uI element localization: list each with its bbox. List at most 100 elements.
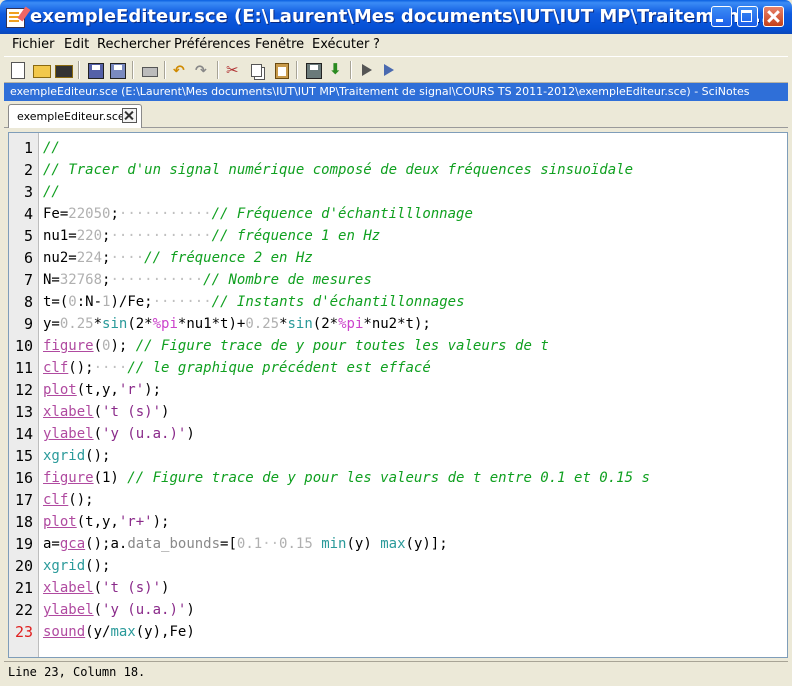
code-token: // Figure trace de y pour les valeurs de… xyxy=(118,470,650,486)
code-line[interactable]: 4 Fe=22050;···········// Fréquence d'écha… xyxy=(9,203,787,225)
scinotes-app-icon xyxy=(6,8,25,28)
code-token: 0 xyxy=(68,294,77,310)
code-token: ···· xyxy=(93,360,128,376)
code-line[interactable]: 5 nu1=220;············// fréquence 1 en H… xyxy=(9,225,787,247)
line-number: 6 xyxy=(23,249,33,267)
undo-icon[interactable]: ↶ xyxy=(171,61,189,79)
menu-help[interactable]: ? xyxy=(373,37,380,52)
code-token: (2* xyxy=(312,316,339,332)
run-icon[interactable] xyxy=(358,61,376,79)
code-text: xgrid(); xyxy=(43,555,110,577)
line-number: 9 xyxy=(23,315,33,333)
line-number: 8 xyxy=(23,293,33,311)
code-line[interactable]: 11 clf();····// le graphique précédent es… xyxy=(9,357,787,379)
menu-fenetre[interactable]: Fenêtre xyxy=(255,37,304,52)
code-line[interactable]: 22 ylabel('y (u.a.)') xyxy=(9,599,787,621)
cut-icon[interactable]: ✂ xyxy=(224,61,242,79)
title-bar[interactable]: exempleEditeur.sce (E:\Laurent\Mes docum… xyxy=(0,0,792,34)
copy-icon[interactable] xyxy=(248,61,266,79)
line-number: 4 xyxy=(23,205,33,223)
code-token: ();a. xyxy=(85,536,128,552)
code-text: y=0.25*sin(2*%pi*nu1*t)+0.25*sin(2*%pi*n… xyxy=(43,313,431,335)
code-line[interactable]: 12 plot(t,y,'r'); xyxy=(9,379,787,401)
menu-preferences[interactable]: Préférences xyxy=(174,37,250,52)
print-icon[interactable] xyxy=(140,61,158,79)
new-file-icon[interactable] xyxy=(10,61,28,79)
open-folder-icon[interactable] xyxy=(32,61,51,79)
code-line[interactable]: 21 xlabel('t (s)') xyxy=(9,577,787,599)
line-number: 7 xyxy=(23,271,33,289)
code-line[interactable]: 8 t=(0:N-1)/Fe;·······// Instants d'échan… xyxy=(9,291,787,313)
menu-executer[interactable]: Exécuter xyxy=(312,37,369,52)
code-token: max xyxy=(110,624,136,640)
code-line[interactable]: 6 nu2=224;····// fréquence 2 en Hz xyxy=(9,247,787,269)
minimize-button[interactable] xyxy=(711,6,732,27)
code-token: nu1= xyxy=(43,228,77,244)
code-line[interactable]: 16 figure(1) // Figure trace de y pour le… xyxy=(9,467,787,489)
code-token: ············ xyxy=(110,228,212,244)
save-as-icon[interactable] xyxy=(108,61,126,79)
redo-icon[interactable]: ↷ xyxy=(193,61,211,79)
code-token: // Figure trace de y pour toutes les val… xyxy=(127,338,549,354)
code-editor[interactable]: 1 // 2 // Tracer d'un signal numérique comp… xyxy=(8,132,788,658)
code-line[interactable]: 13 xlabel('t (s)') xyxy=(9,401,787,423)
menu-rechercher[interactable]: Rechercher xyxy=(97,37,171,52)
code-text: ylabel('y (u.a.)') xyxy=(43,599,195,621)
code-token: clf xyxy=(43,492,69,508)
paste-icon[interactable] xyxy=(272,61,290,79)
code-token: (); xyxy=(68,492,94,508)
menu-fichier[interactable]: Fichier xyxy=(12,37,55,52)
line-number: 2 xyxy=(23,161,33,179)
code-text: nu1=220;············// fréquence 1 en Hz xyxy=(43,225,380,247)
code-line[interactable]: 2 // Tracer d'un signal numérique composé… xyxy=(9,159,787,181)
tab-close-icon[interactable] xyxy=(122,108,137,123)
code-token: ( xyxy=(93,426,103,442)
code-line[interactable]: 7 N=32768;···········// Nombre de mesures xyxy=(9,269,787,291)
code-token: (y)]; xyxy=(405,536,448,552)
code-text: // xyxy=(43,137,60,159)
code-line[interactable]: 19 a=gca();a.data_bounds=[0.1··0.15 min(y… xyxy=(9,533,787,555)
code-token: plot xyxy=(43,514,77,530)
open-file-icon[interactable] xyxy=(54,61,73,79)
code-line[interactable]: 15 xgrid(); xyxy=(9,445,787,467)
code-text: clf();····// le graphique précédent est … xyxy=(43,357,431,379)
code-token: xgrid xyxy=(43,448,86,464)
code-token: (y) xyxy=(346,536,381,552)
code-token: sound xyxy=(43,624,86,640)
code-line[interactable]: 23 sound(y/max(y),Fe) xyxy=(9,621,787,643)
toolbar: ↶ ↷ ✂ ⬇ xyxy=(4,56,788,83)
code-line[interactable]: 18 plot(t,y,'r+'); xyxy=(9,511,787,533)
close-button[interactable] xyxy=(763,6,784,27)
save-icon[interactable] xyxy=(86,61,104,79)
code-token: // fréquence 2 en Hz xyxy=(144,250,313,266)
tab-strip: exempleEditeur.sce xyxy=(4,101,788,128)
toolbar-separator xyxy=(350,61,352,79)
code-token: :N- xyxy=(76,294,103,310)
code-token: sin xyxy=(287,316,313,332)
run-step-icon[interactable] xyxy=(380,61,398,79)
code-token: clf xyxy=(43,360,69,376)
code-line[interactable]: 1 // xyxy=(9,137,787,159)
comment-icon[interactable] xyxy=(304,61,322,79)
code-line[interactable]: 10 figure(0); // Figure trace de y pour t… xyxy=(9,335,787,357)
menu-edit[interactable]: Edit xyxy=(64,37,89,52)
tab-exempleediteur[interactable]: exempleEditeur.sce xyxy=(8,104,142,128)
code-token: ·· xyxy=(262,536,280,552)
code-line[interactable]: 3 // xyxy=(9,181,787,203)
code-line[interactable]: 9 y=0.25*sin(2*%pi*nu1*t)+0.25*sin(2*%pi*… xyxy=(9,313,787,335)
line-number: 16 xyxy=(14,469,33,487)
line-number: 11 xyxy=(14,359,33,377)
code-token: * xyxy=(279,316,288,332)
code-token: 224 xyxy=(76,250,103,266)
cursor-position: Line 23, Column 18. xyxy=(8,665,146,679)
code-text: // Tracer d'un signal numérique composé … xyxy=(43,159,633,181)
code-token: plot xyxy=(43,382,77,398)
file-path-bar: exempleEditeur.sce (E:\Laurent\Mes docum… xyxy=(4,83,788,101)
code-line[interactable]: 17 clf(); xyxy=(9,489,787,511)
execute-load-icon[interactable]: ⬇ xyxy=(326,61,344,79)
maximize-button[interactable] xyxy=(737,6,758,27)
code-line[interactable]: 20 xgrid(); xyxy=(9,555,787,577)
code-token: gca xyxy=(59,536,86,552)
code-token: ) xyxy=(161,580,170,596)
code-line[interactable]: 14 ylabel('y (u.a.)') xyxy=(9,423,787,445)
